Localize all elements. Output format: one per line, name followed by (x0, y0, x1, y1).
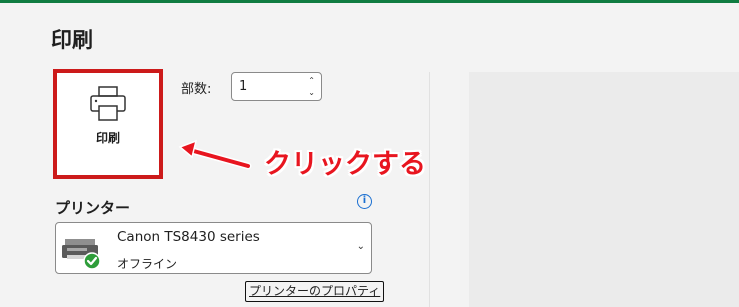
printer-status: オフライン (117, 257, 178, 271)
copies-label: 部数: (181, 82, 212, 97)
annotation-text: クリックする (264, 149, 426, 180)
chevron-down-icon[interactable]: ⌄ (308, 89, 315, 97)
print-button[interactable]: 印刷 (53, 69, 163, 179)
annotation-arrow-icon (178, 139, 252, 170)
printer-icon (90, 86, 126, 121)
chevron-up-icon[interactable]: ⌃ (308, 77, 315, 85)
panel-divider (429, 72, 430, 307)
printer-name: Canon TS8430 series (117, 229, 260, 245)
page-title: 印刷 (51, 28, 93, 52)
printer-device-icon (62, 239, 101, 269)
chevron-down-icon[interactable]: ⌄ (357, 241, 365, 252)
top-accent-bar (0, 0, 739, 3)
copies-stepper[interactable]: 1 ⌃ ⌄ (231, 72, 322, 101)
printer-properties-link[interactable]: プリンターのプロパティ (245, 281, 385, 302)
printer-heading: プリンター (55, 199, 131, 217)
info-icon[interactable]: i (357, 194, 372, 209)
print-preview-area (469, 72, 739, 307)
copies-value[interactable]: 1 (239, 79, 247, 94)
printer-dropdown[interactable]: Canon TS8430 series オフライン ⌄ (55, 222, 372, 274)
print-button-label: 印刷 (95, 131, 120, 145)
